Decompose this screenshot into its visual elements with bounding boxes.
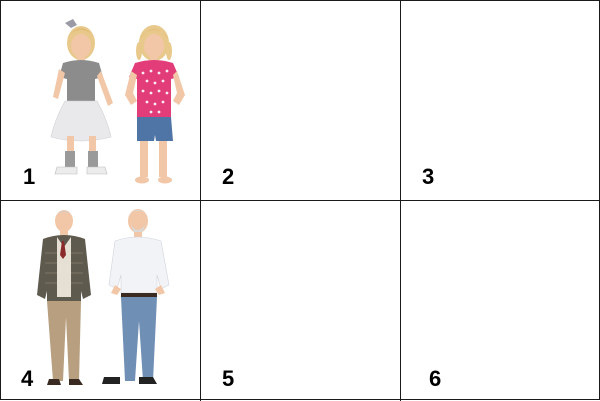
girl-gray-shirt [50,19,113,175]
panel-number: 2 [222,164,235,189]
elderly-man-cardigan [37,210,91,385]
panel-5: 5 [201,201,400,400]
panel-4: 4 [1,201,200,400]
girl-pink-top [125,25,185,184]
panel-grid: 1 2 3 4 5 6 [0,0,600,401]
panel-number: 6 [429,366,442,391]
panel-1: 1 [1,1,200,200]
panel-number: 4 [21,366,34,391]
panel-2: 2 [201,1,400,200]
elderly-man-white-shirt [102,209,170,384]
panel-number: 1 [23,164,36,189]
panel-6: 6 [401,201,600,400]
panel-number: 3 [422,164,435,189]
panel-3: 3 [401,1,600,200]
panel-number: 5 [222,366,235,391]
